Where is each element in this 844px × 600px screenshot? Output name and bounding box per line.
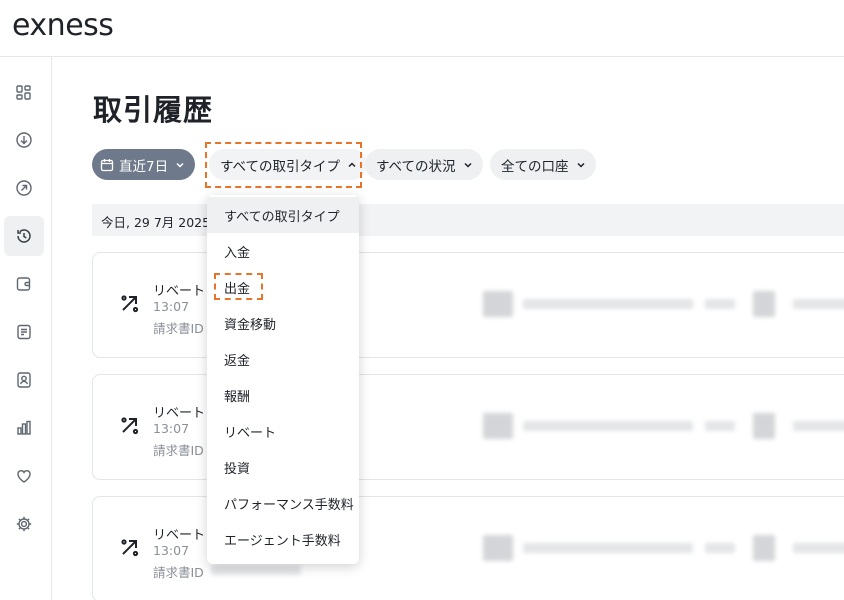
calendar-icon (100, 158, 114, 171)
chevron-up-icon (348, 161, 356, 167)
transaction-card[interactable]: リベート 13:07 請求書ID (92, 374, 844, 480)
account-filter[interactable]: 全ての口座 (490, 149, 596, 180)
top-header: exness (0, 0, 844, 57)
transaction-time: 13:07 (153, 299, 190, 314)
dropdown-option-all-types[interactable]: すべての取引タイプ (207, 197, 359, 233)
favorites-icon (17, 470, 31, 483)
transaction-type: リベート (153, 528, 206, 543)
transaction-type: リベート (153, 284, 206, 299)
dropdown-option-refund[interactable]: 返金 (207, 341, 359, 377)
document-icon (17, 324, 31, 340)
status-label: すべての状況 (376, 158, 456, 175)
redacted-block (523, 299, 693, 309)
sidebar-item-accounts[interactable] (4, 360, 44, 400)
sidebar-item-analytics[interactable] (4, 408, 44, 448)
dropdown-option-reward[interactable]: 報酬 (207, 377, 359, 413)
sidebar-item-dashboard[interactable] (4, 73, 44, 113)
dropdown-option-agent-fee[interactable]: エージェント手数料 (207, 521, 359, 557)
transaction-time: 13:07 (153, 421, 190, 436)
deposit-icon (16, 132, 32, 148)
chevron-down-icon (576, 162, 585, 168)
redacted-block (793, 299, 844, 309)
rebate-icon (121, 539, 139, 557)
invoice-id-label: 請求書ID (153, 321, 204, 336)
transaction-card[interactable]: リベート 13:07 請求書ID (92, 252, 844, 358)
transaction-time: 13:07 (153, 543, 190, 558)
rebate-icon (121, 417, 139, 435)
redacted-block (705, 421, 735, 431)
invoice-id-label: 請求書ID (153, 443, 204, 458)
date-range-filter[interactable]: 直近7日 (92, 149, 196, 180)
dropdown-option-rebate[interactable]: リベート (207, 413, 359, 449)
redacted-block (753, 535, 775, 561)
redacted-block (753, 291, 775, 317)
dropdown-option-performance-fee[interactable]: パフォーマンス手数料 (207, 485, 359, 521)
transaction-card[interactable]: リベート 13:07 請求書ID (92, 496, 844, 600)
redacted-block (523, 543, 693, 553)
analytics-icon (17, 420, 31, 435)
settings-icon (16, 516, 32, 532)
redacted-block (705, 299, 735, 309)
dropdown-option-deposit[interactable]: 入金 (207, 233, 359, 269)
redacted-block (483, 413, 513, 439)
redacted-block (705, 543, 735, 553)
dropdown-option-investment[interactable]: 投資 (207, 449, 359, 485)
date-range-label: 直近7日 (119, 158, 169, 175)
account-label: 全ての口座 (501, 158, 569, 175)
transaction-type-filter[interactable]: すべての取引タイプ (209, 149, 368, 180)
transaction-type-dropdown: すべての取引タイプ 入金 出金 資金移動 返金 報酬 リベート 投資 パフォーマ… (207, 195, 359, 564)
redacted-block (483, 535, 513, 561)
sidebar-item-wallet[interactable] (4, 264, 44, 304)
sidebar-item-settings[interactable] (4, 504, 44, 544)
transaction-type-label: すべての取引タイプ (220, 158, 341, 175)
sidebar-item-deposit[interactable] (4, 120, 44, 160)
redacted-block (483, 291, 513, 317)
redacted-block (753, 413, 775, 439)
transaction-type: リベート (153, 406, 206, 421)
wallet-icon (16, 277, 31, 291)
page-title: 取引履歴 (93, 93, 214, 127)
redacted-block (523, 421, 693, 431)
rebate-icon (121, 295, 139, 313)
withdraw-icon (16, 180, 32, 196)
sidebar-item-favorites[interactable] (4, 456, 44, 496)
redacted-block (211, 565, 301, 575)
sidebar-item-documents[interactable] (4, 312, 44, 352)
redacted-block (793, 421, 844, 431)
dropdown-option-transfer[interactable]: 資金移動 (207, 305, 359, 341)
date-group-header: 今日, 29 7月 2025 (92, 204, 844, 236)
history-icon (17, 229, 31, 243)
account-icon (17, 372, 31, 388)
dropdown-option-withdrawal[interactable]: 出金 (207, 269, 359, 305)
sidebar-item-history[interactable] (4, 216, 44, 256)
sidebar-item-withdraw[interactable] (4, 168, 44, 208)
chevron-down-icon (463, 162, 472, 168)
main-content: 取引履歴 直近7日 すべての取引タイプ すべての状況 全ての口座 今日, 29 … (52, 57, 844, 600)
exness-logo[interactable]: exness (12, 8, 114, 43)
sidebar-nav (0, 57, 52, 600)
chevron-down-icon (176, 162, 184, 168)
invoice-id-label: 請求書ID (153, 565, 204, 580)
dashboard-icon (16, 85, 31, 100)
redacted-block (793, 543, 844, 553)
status-filter[interactable]: すべての状況 (365, 149, 483, 180)
